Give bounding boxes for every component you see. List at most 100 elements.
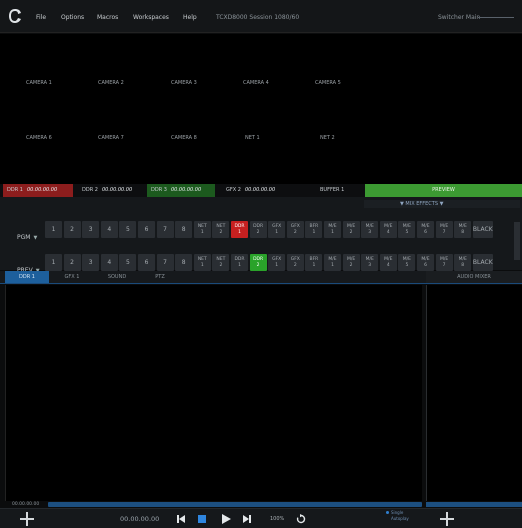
menu-help[interactable]: Help [183, 14, 197, 21]
source-ddr-1[interactable]: DDR 1 00.00.00.00 [3, 184, 73, 197]
prev-button-gfx-1[interactable]: GFX 1 [268, 254, 286, 271]
audio-mixer-panel[interactable] [426, 285, 522, 501]
pgm-button-m-e-3[interactable]: M/E 3 [361, 221, 379, 238]
tab-ddr-1[interactable]: DDR 1 [5, 271, 49, 283]
button-sublabel: 3 [368, 262, 372, 268]
mix-effects-toggle[interactable]: ▼ MIX EFFECTS ▼ [400, 201, 443, 207]
pgm-button-3[interactable]: 3 [82, 221, 100, 238]
pgm-button-m-e-7[interactable]: M/E 7 [435, 221, 453, 238]
source-gfx-2[interactable]: GFX 2 00.00.00.00 [222, 184, 292, 197]
pgm-button-ddr-2[interactable]: DDR 2 [249, 221, 267, 238]
prev-button-m-e-4[interactable]: M/E 4 [379, 254, 397, 271]
prev-button-m-e-2[interactable]: M/E 2 [342, 254, 360, 271]
multiview-camera-4[interactable]: CAMERA 4 [243, 80, 269, 86]
multiview-camera-8[interactable]: CAMERA 8 [171, 135, 197, 141]
pgm-button-6[interactable]: 6 [138, 221, 155, 238]
prev-button-m-e-5[interactable]: M/E 5 [398, 254, 416, 271]
prev-button-3[interactable]: 3 [82, 254, 100, 271]
ddr-media-panel[interactable] [5, 285, 422, 501]
multiview-camera-1[interactable]: CAMERA 1 [26, 80, 52, 86]
skip-back-icon[interactable] [176, 514, 186, 524]
prev-button-black[interactable]: BLACK [472, 254, 493, 271]
tab-sound[interactable]: SOUND [95, 271, 139, 283]
tab-gfx-1[interactable]: GFX 1 [50, 271, 94, 283]
prev-button-ddr-2[interactable]: DDR 2 [249, 254, 267, 271]
prev-button-6[interactable]: 6 [138, 254, 155, 271]
prev-button-gfx-2[interactable]: GFX 2 [286, 254, 304, 271]
source-ddr-3[interactable]: DDR 3 00.00.00.00 [147, 184, 215, 197]
button-label: 5 [125, 258, 130, 266]
ddr-scrub-bar[interactable] [48, 502, 422, 507]
prev-button-ddr-1[interactable]: DDR 1 [231, 254, 248, 271]
pgm-button-gfx-1[interactable]: GFX 1 [268, 221, 286, 238]
prev-button-net-2[interactable]: NET 2 [212, 254, 230, 271]
multiview-net-1[interactable]: NET 1 [245, 135, 260, 141]
prev-button-8[interactable]: 8 [175, 254, 193, 271]
pgm-button-bfr-1[interactable]: BFR 1 [305, 221, 323, 238]
menu-macros[interactable]: Macros [97, 14, 118, 21]
prev-button-m-e-7[interactable]: M/E 7 [435, 254, 453, 271]
button-sublabel: 2 [256, 262, 260, 268]
menu-file[interactable]: File [36, 14, 46, 21]
single-radio-icon[interactable] [386, 511, 389, 514]
playlist-mode[interactable]: Single Autoplay [386, 510, 409, 522]
prev-button-7[interactable]: 7 [156, 254, 174, 271]
prev-button-m-e-6[interactable]: M/E 6 [417, 254, 434, 271]
autoplay-label[interactable]: Autoplay [391, 516, 409, 521]
prev-button-net-1[interactable]: NET 1 [193, 254, 211, 271]
source-buffer-1[interactable]: BUFFER 1 [316, 184, 364, 197]
prev-button-m-e-3[interactable]: M/E 3 [361, 254, 379, 271]
pgm-button-8[interactable]: 8 [175, 221, 193, 238]
tab-ptz[interactable]: PTZ [140, 271, 180, 283]
switcher-main-label[interactable]: Switcher Main [438, 14, 480, 21]
prev-button-m-e-1[interactable]: M/E 1 [324, 254, 341, 271]
multiview-camera-2[interactable]: CAMERA 2 [98, 80, 124, 86]
prev-button-1[interactable]: 1 [45, 254, 62, 271]
pgm-button-net-2[interactable]: NET 2 [212, 221, 230, 238]
source-ddr-2[interactable]: DDR 2 00.00.00.00 [78, 184, 146, 197]
tab-audio-mixer[interactable]: AUDIO MIXER [426, 271, 522, 283]
prev-button-bfr-1[interactable]: BFR 1 [305, 254, 323, 271]
prev-button-2[interactable]: 2 [63, 254, 81, 271]
multiview-net-2[interactable]: NET 2 [320, 135, 335, 141]
pgm-button-m-e-5[interactable]: M/E 5 [398, 221, 416, 238]
app-logo-icon[interactable] [8, 8, 22, 24]
multiview-camera-7[interactable]: CAMERA 7 [98, 135, 124, 141]
pgm-button-1[interactable]: 1 [45, 221, 62, 238]
source-name: DDR 2 [82, 187, 98, 193]
stop-icon[interactable] [197, 514, 207, 524]
pgm-button-2[interactable]: 2 [63, 221, 81, 238]
pgm-row-label[interactable]: PGM ▼ [17, 234, 37, 241]
play-icon[interactable] [221, 514, 231, 524]
multiview-camera-3[interactable]: CAMERA 3 [171, 80, 197, 86]
pgm-button-ddr-1[interactable]: DDR 1 [231, 221, 248, 238]
pgm-button-m-e-6[interactable]: M/E 6 [417, 221, 434, 238]
pgm-button-4[interactable]: 4 [100, 221, 118, 238]
playback-speed[interactable]: 100% [270, 516, 284, 522]
loop-icon[interactable] [296, 514, 306, 524]
pgm-button-m-e-4[interactable]: M/E 4 [379, 221, 397, 238]
button-label: BLACK [472, 225, 493, 233]
prev-button-4[interactable]: 4 [100, 254, 118, 271]
button-label: 7 [163, 258, 167, 266]
add-media-icon[interactable] [20, 512, 34, 526]
pgm-button-net-1[interactable]: NET 1 [193, 221, 211, 238]
pgm-button-black[interactable]: BLACK [472, 221, 493, 238]
pgm-button-5[interactable]: 5 [119, 221, 137, 238]
pgm-button-m-e-1[interactable]: M/E 1 [324, 221, 341, 238]
prev-button-m-e-8[interactable]: M/E 8 [454, 254, 472, 271]
multiview-camera-5[interactable]: CAMERA 5 [315, 80, 341, 86]
menu-workspaces[interactable]: Workspaces [133, 14, 169, 21]
pgm-button-m-e-8[interactable]: M/E 8 [454, 221, 472, 238]
pgm-button-7[interactable]: 7 [156, 221, 174, 238]
pgm-button-gfx-2[interactable]: GFX 2 [286, 221, 304, 238]
skip-forward-icon[interactable] [242, 514, 252, 524]
multiview-camera-6[interactable]: CAMERA 6 [26, 135, 52, 141]
add-audio-icon[interactable] [440, 512, 454, 526]
source-name: DDR 1 [7, 187, 23, 193]
menu-options[interactable]: Options [61, 14, 84, 21]
audio-scrub-bar[interactable] [426, 502, 522, 507]
prev-button-5[interactable]: 5 [119, 254, 137, 271]
switcher-scrollbar[interactable] [514, 222, 520, 260]
pgm-button-m-e-2[interactable]: M/E 2 [342, 221, 360, 238]
